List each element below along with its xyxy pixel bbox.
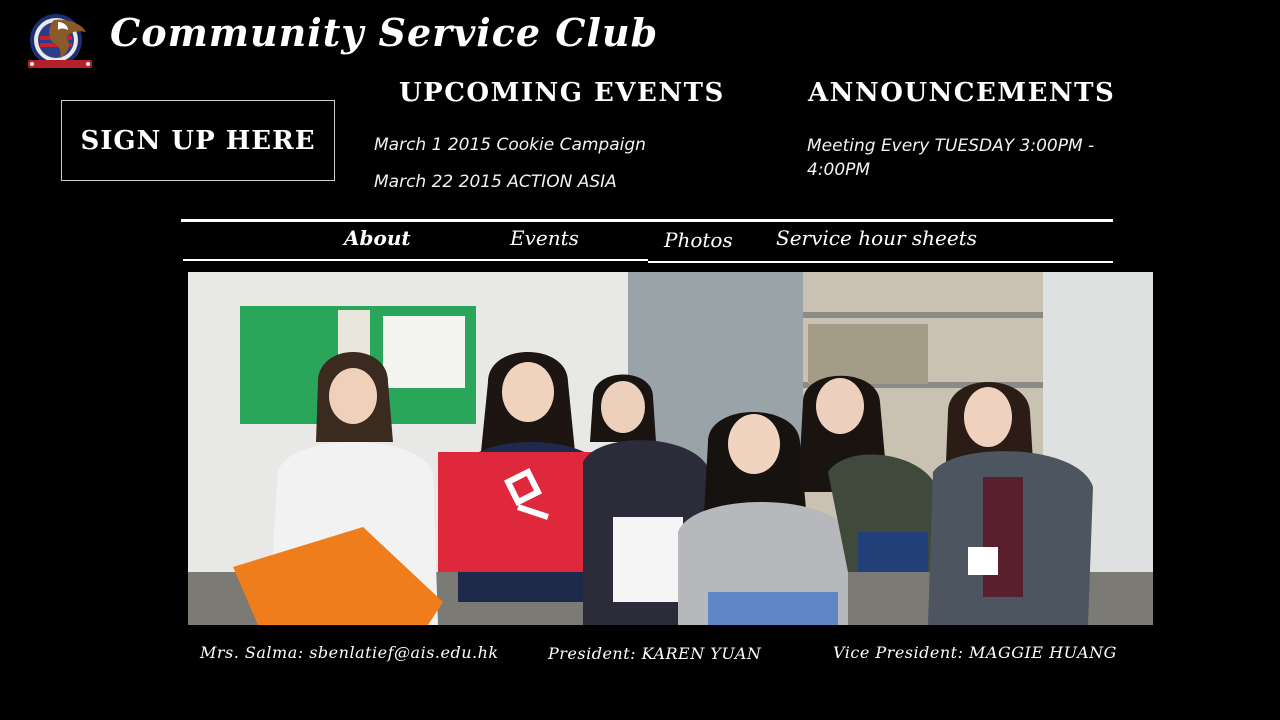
nav-link-service-hour-sheets[interactable]: Service hour sheets: [776, 228, 977, 248]
site-title: Community Service Club: [110, 10, 659, 55]
group-photo: [188, 272, 1153, 625]
nav-link-photos[interactable]: Photos: [664, 230, 733, 250]
signup-button[interactable]: SIGN UP HERE: [61, 100, 335, 181]
announcement-item: Meeting Every TUESDAY 3:00PM - 4:00PM: [807, 136, 1095, 180]
vice-president-name: Vice President: MAGGIE HUANG: [833, 643, 1117, 662]
nav-link-about[interactable]: About: [344, 228, 411, 248]
nav-link-events[interactable]: Events: [510, 228, 579, 248]
announcements-heading: ANNOUNCEMENTS: [808, 78, 1116, 108]
advisor-contact: Mrs. Salma: sbenlatief@ais.edu.hk: [200, 643, 499, 662]
upcoming-events-heading: UPCOMING EVENTS: [399, 78, 725, 108]
event-item: March 22 2015 ACTION ASIA: [374, 172, 617, 192]
nav-divider-bottom: [648, 261, 1113, 263]
club-crest-icon: [24, 10, 94, 72]
event-item: March 1 2015 Cookie Campaign: [374, 135, 646, 155]
nav-divider-top: [181, 219, 1113, 222]
nav-divider-bottom: [183, 259, 648, 261]
president-name: President: KAREN YUAN: [548, 644, 762, 663]
